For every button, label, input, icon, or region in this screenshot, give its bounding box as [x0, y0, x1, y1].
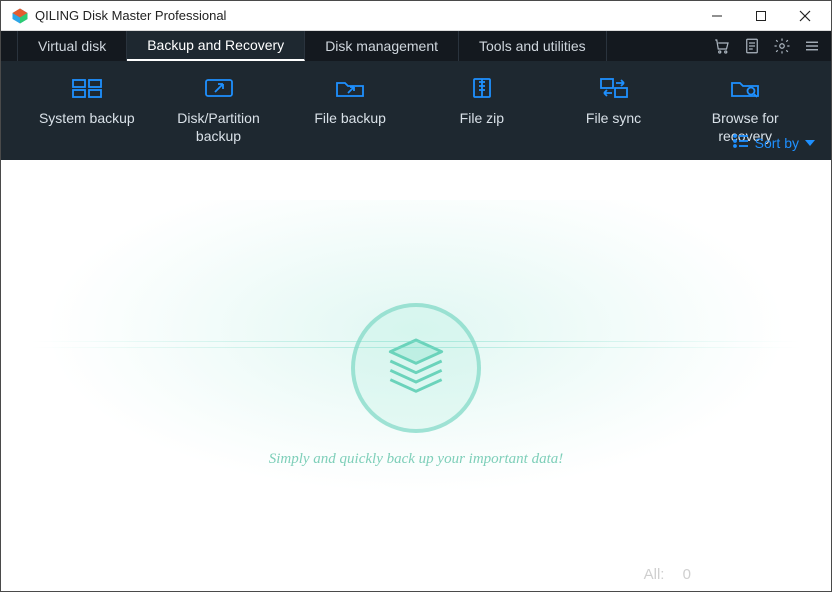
item-count: All: 0	[644, 566, 691, 583]
file-zip-button[interactable]: File zip	[416, 75, 548, 127]
tab-tools-utilities[interactable]: Tools and utilities	[459, 31, 607, 61]
close-button[interactable]	[783, 1, 827, 31]
tool-label: Disk/Partition backup	[153, 109, 285, 145]
tab-label: Virtual disk	[38, 38, 106, 54]
sort-by-label: Sort by	[755, 135, 799, 151]
tab-label: Tools and utilities	[479, 38, 586, 54]
log-icon[interactable]	[743, 37, 761, 55]
empty-state: Simply and quickly back up your importan…	[31, 200, 801, 571]
all-count: 0	[683, 566, 691, 583]
system-backup-button[interactable]: System backup	[21, 75, 153, 127]
file-backup-button[interactable]: File backup	[284, 75, 416, 127]
menu-icon[interactable]	[803, 37, 821, 55]
tool-label: System backup	[21, 109, 153, 127]
minimize-button[interactable]	[695, 1, 739, 31]
grid-icon	[71, 75, 103, 101]
tool-label: File backup	[284, 109, 416, 127]
tab-label: Disk management	[325, 38, 438, 54]
chevron-down-icon	[805, 140, 815, 146]
tab-backup-recovery[interactable]: Backup and Recovery	[127, 31, 305, 61]
sync-icon	[598, 75, 630, 101]
disk-arrow-icon	[203, 75, 235, 101]
folder-arrow-icon	[334, 75, 366, 101]
titlebar: QILING Disk Master Professional	[1, 1, 831, 31]
empty-state-tagline: Simply and quickly back up your importan…	[269, 451, 564, 468]
main-content: Simply and quickly back up your importan…	[1, 160, 831, 591]
window-title: QILING Disk Master Professional	[35, 8, 226, 23]
folder-search-icon	[729, 75, 761, 101]
app-logo-icon	[11, 7, 29, 25]
toolbar: System backup Disk/Partition backup File…	[1, 61, 831, 161]
file-sync-button[interactable]: File sync	[548, 75, 680, 127]
tool-label: File zip	[416, 109, 548, 127]
tab-virtual-disk[interactable]: Virtual disk	[17, 31, 127, 61]
disk-partition-backup-button[interactable]: Disk/Partition backup	[153, 75, 285, 145]
gear-icon[interactable]	[773, 37, 791, 55]
tab-disk-management[interactable]: Disk management	[305, 31, 459, 61]
all-label: All:	[644, 566, 665, 583]
sort-by-dropdown[interactable]: Sort by	[733, 134, 815, 151]
tab-label: Backup and Recovery	[147, 37, 284, 53]
tabbar: Virtual disk Backup and Recovery Disk ma…	[1, 31, 831, 61]
maximize-button[interactable]	[739, 1, 783, 31]
cart-icon[interactable]	[713, 37, 731, 55]
list-icon	[733, 134, 749, 151]
zip-icon	[466, 75, 498, 101]
stack-icon	[351, 303, 481, 433]
tool-label: File sync	[548, 109, 680, 127]
